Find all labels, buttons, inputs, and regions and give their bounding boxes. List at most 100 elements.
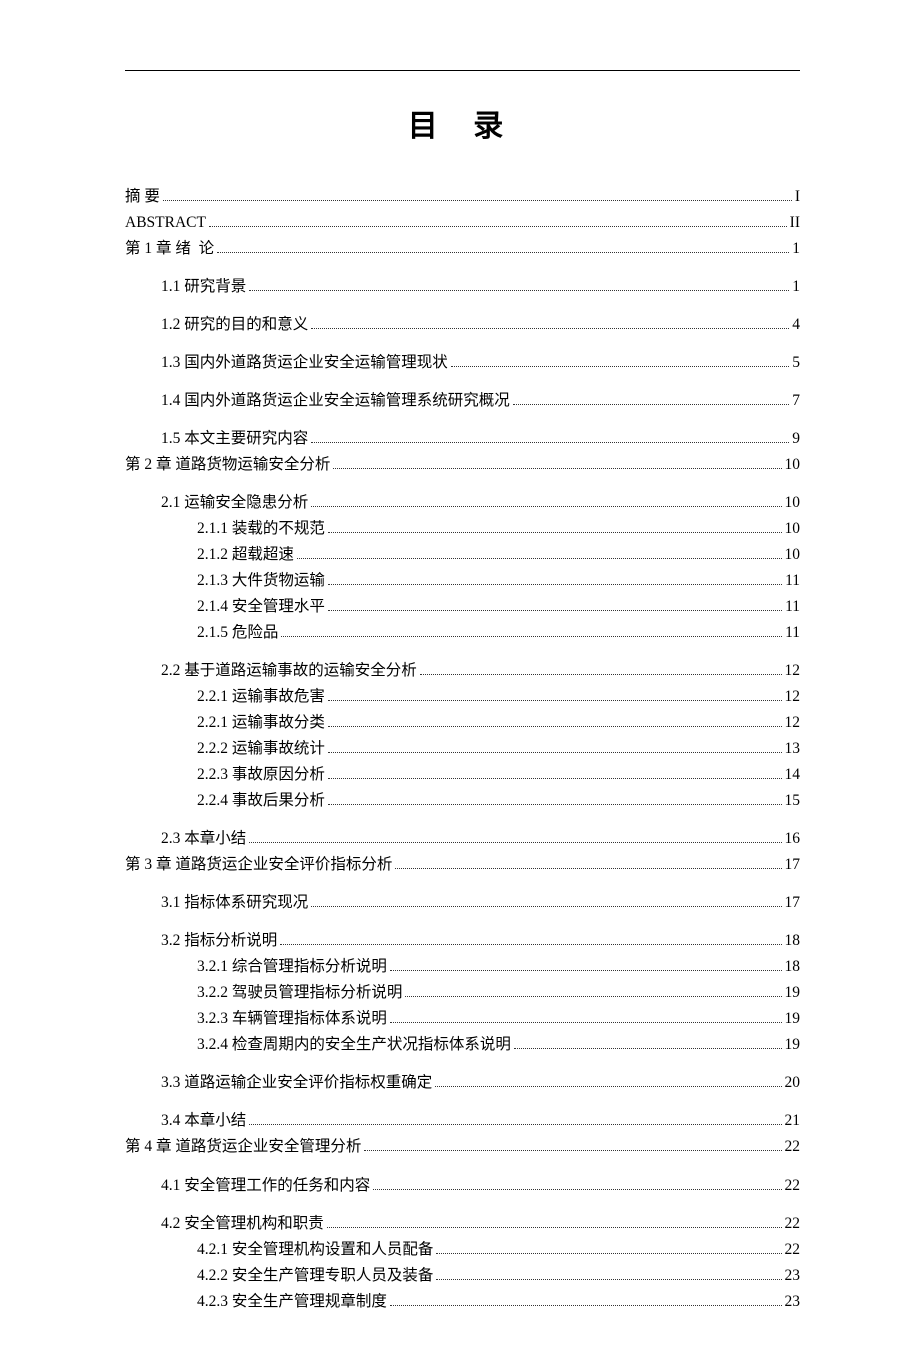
toc-leader-dots: [217, 239, 789, 253]
toc-entry: 3.1 指标体系研究现况 17: [161, 891, 800, 915]
toc-entry-label: 1.1 研究背景: [161, 275, 246, 299]
toc-leader-dots: [311, 893, 781, 907]
toc-entry-page: 16: [785, 827, 801, 851]
toc-entry: 3.4 本章小结21: [161, 1109, 800, 1133]
toc-group-gap: [125, 879, 800, 891]
toc-entry-page: 9: [792, 427, 800, 451]
toc-leader-dots: [328, 519, 782, 533]
toc-entry: 2.1.2 超载超速10: [197, 543, 800, 567]
toc-leader-dots: [435, 1073, 781, 1087]
toc-entry-page: 4: [792, 313, 800, 337]
toc-entry: 2.1.1 装载的不规范 10: [197, 517, 800, 541]
toc-leader-dots: [436, 1265, 781, 1279]
toc-entry-label: 2.1.1 装载的不规范: [197, 517, 325, 541]
toc-entry-label: 3.2.3 车辆管理指标体系说明: [197, 1007, 387, 1031]
toc-entry-label: 2.2.2 运输事故统计: [197, 737, 325, 761]
toc-entry-page: 22: [785, 1135, 801, 1159]
toc-entry-page: 11: [785, 595, 800, 619]
toc-entry-page: 11: [785, 569, 800, 593]
toc-entry-label: 1.5 本文主要研究内容: [161, 427, 308, 451]
toc-group-gap: [125, 415, 800, 427]
toc-entry-label: ABSTRACT: [125, 211, 206, 235]
toc-entry: 2.2 基于道路运输事故的运输安全分析12: [161, 659, 800, 683]
toc-leader-dots: [328, 687, 782, 701]
toc-entry: 第 2 章 道路货物运输安全分析 10: [125, 453, 800, 477]
toc-entry-page: 17: [785, 891, 801, 915]
toc-entry-label: 第 3 章 道路货运企业安全评价指标分析: [125, 853, 392, 877]
toc-entry-page: 22: [785, 1174, 801, 1198]
toc-title: 目 录: [125, 101, 800, 145]
toc-group-gap: [125, 917, 800, 929]
toc-entry-page: 7: [792, 389, 800, 413]
toc-entry-page: 18: [785, 955, 801, 979]
toc-entry-label: 2.1.4 安全管理水平: [197, 595, 325, 619]
toc-entry-page: 11: [785, 621, 800, 645]
toc-entry: 3.2.2 驾驶员管理指标分析说明19: [197, 981, 800, 1005]
toc-entry: 2.1.5 危险品 11: [197, 621, 800, 645]
toc-leader-dots: [328, 597, 782, 611]
toc-leader-dots: [328, 739, 782, 753]
toc-leader-dots: [420, 661, 782, 675]
toc-entry: 3.2 指标分析说明18: [161, 929, 800, 953]
toc-entry: 3.2.4 检查周期内的安全生产状况指标体系说明19: [197, 1033, 800, 1057]
toc-entry-label: 2.2.1 运输事故分类: [197, 711, 325, 735]
toc-entry-page: 12: [785, 685, 801, 709]
toc-entry-page: 21: [785, 1109, 801, 1133]
toc-entry-page: I: [795, 185, 800, 209]
toc-group-gap: [125, 479, 800, 491]
toc-entry-page: 22: [785, 1238, 801, 1262]
toc-entry: 2.2.4 事故后果分析15: [197, 789, 800, 813]
toc-entry-label: 第 2 章 道路货物运输安全分析: [125, 453, 330, 477]
toc-entry-page: 10: [785, 453, 801, 477]
toc-leader-dots: [333, 455, 781, 469]
toc-entry-page: 19: [785, 981, 801, 1005]
toc-entry-page: 20: [785, 1071, 801, 1095]
toc-entry-page: 13: [785, 737, 801, 761]
toc-entry-label: 1.3 国内外道路货运企业安全运输管理现状: [161, 351, 448, 375]
toc-leader-dots: [405, 983, 781, 997]
toc-entry-page: 10: [785, 491, 801, 515]
toc-entry-label: 1.4 国内外道路货运企业安全运输管理系统研究概况: [161, 389, 510, 413]
toc-entry: 2.2.2 运输事故统计 13: [197, 737, 800, 761]
toc-entry-label: 2.2.1 运输事故危害: [197, 685, 325, 709]
toc-entry-label: 1.2 研究的目的和意义: [161, 313, 308, 337]
toc-entry-label: 3.1 指标体系研究现况: [161, 891, 308, 915]
toc-entry: 1.2 研究的目的和意义 4: [161, 313, 800, 337]
toc-leader-dots: [297, 545, 782, 559]
toc-entry-page: 1: [792, 237, 800, 261]
toc-entry-page: 10: [785, 517, 801, 541]
toc-leader-dots: [209, 213, 787, 227]
toc-leader-dots: [364, 1137, 781, 1151]
toc-leader-dots: [436, 1239, 781, 1253]
toc-leader-dots: [311, 429, 789, 443]
toc-entry-page: 19: [785, 1007, 801, 1031]
toc-entry-label: 第 1 章 绪 论: [125, 237, 214, 261]
toc-entry-label: 3.2.4 检查周期内的安全生产状况指标体系说明: [197, 1033, 511, 1057]
toc-leader-dots: [514, 1035, 782, 1049]
document-page: 目 录 摘 要IABSTRACTII第 1 章 绪 论11.1 研究背景11.2…: [0, 0, 920, 1356]
toc-leader-dots: [451, 353, 789, 367]
toc-group-gap: [125, 1097, 800, 1109]
toc-leader-dots: [328, 791, 782, 805]
toc-group-gap: [125, 339, 800, 351]
toc-entry-label: 2.1.5 危险品: [197, 621, 278, 645]
toc-leader-dots: [373, 1175, 781, 1189]
toc-entry-page: 17: [785, 853, 801, 877]
toc-entry: 1.1 研究背景1: [161, 275, 800, 299]
toc-entry-page: 5: [792, 351, 800, 375]
toc-entry-page: 14: [785, 763, 801, 787]
toc-entry-label: 第 4 章 道路货运企业安全管理分析: [125, 1135, 361, 1159]
toc-leader-dots: [249, 1111, 781, 1125]
toc-entry: 第 1 章 绪 论 1: [125, 237, 800, 261]
toc-entry: 1.5 本文主要研究内容 9: [161, 427, 800, 451]
toc-entry: ABSTRACTII: [125, 211, 800, 235]
toc-leader-dots: [390, 957, 782, 971]
toc-entry: 2.2.1 运输事故分类12: [197, 711, 800, 735]
toc-entry: 2.1.3 大件货物运输11: [197, 569, 800, 593]
toc-group-gap: [125, 1200, 800, 1212]
toc-entry: 2.1.4 安全管理水平 11: [197, 595, 800, 619]
toc-group-gap: [125, 377, 800, 389]
toc-entry: 2.3 本章小结16: [161, 827, 800, 851]
toc-leader-dots: [280, 931, 781, 945]
toc-entry-label: 3.2.1 综合管理指标分析说明: [197, 955, 387, 979]
